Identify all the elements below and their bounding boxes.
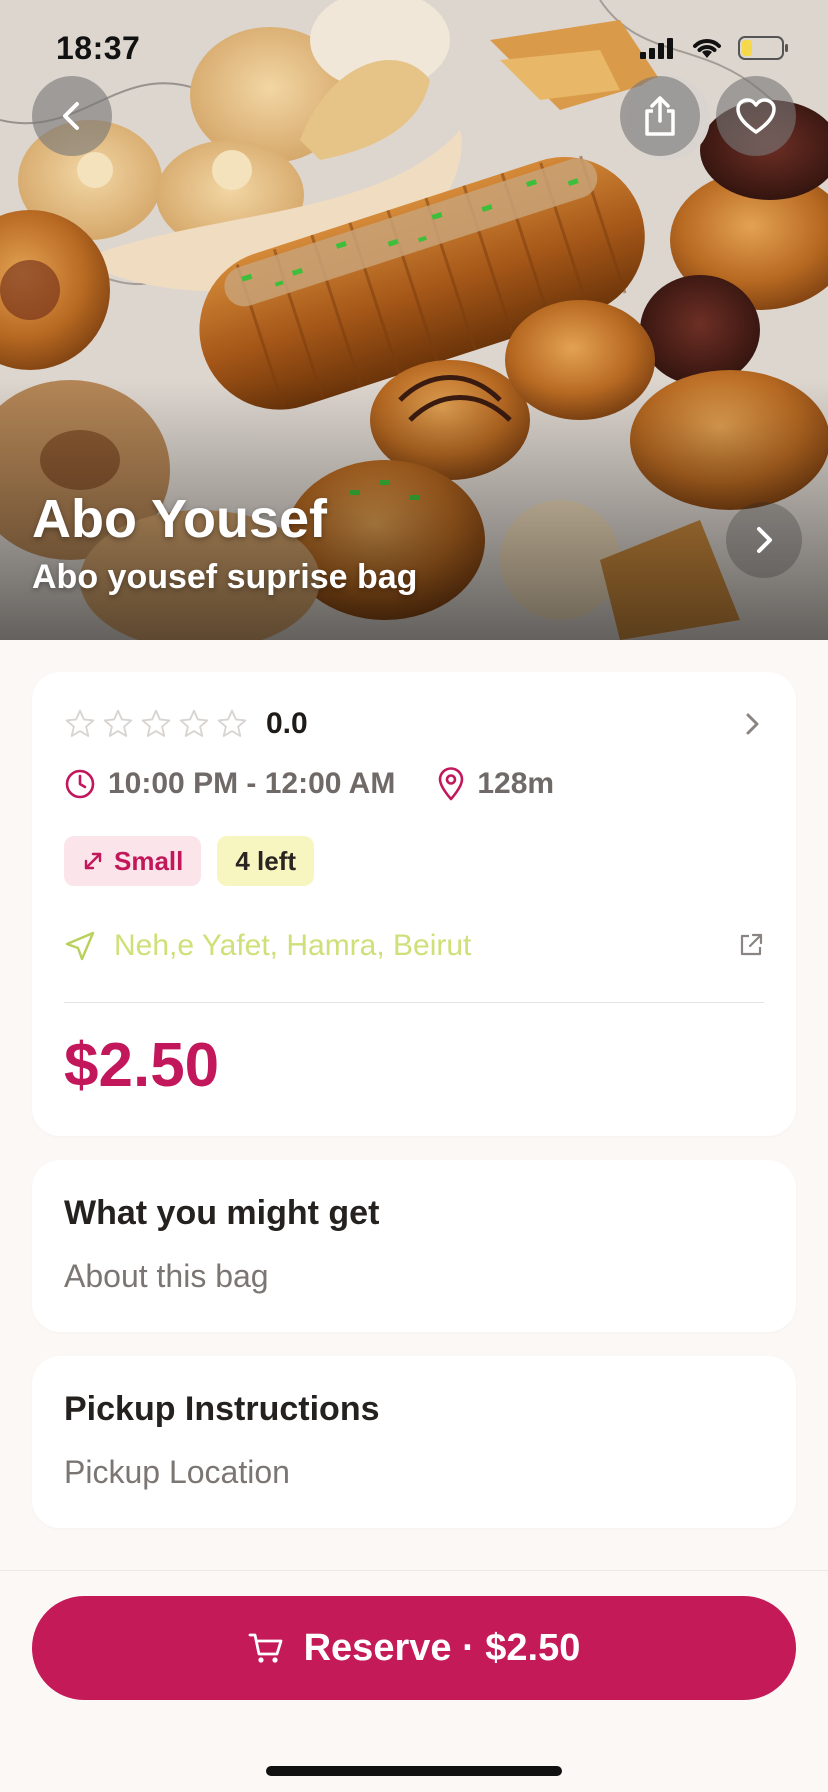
chevron-right-icon [746,713,759,735]
pickup-time: 10:00 PM - 12:00 AM [64,767,395,801]
bag-name: Abo yousef suprise bag [32,558,418,596]
distance-text: 128m [477,767,555,800]
map-pin-icon [439,767,464,801]
wifi-icon [693,39,721,58]
favorite-button[interactable] [716,76,796,156]
divider [64,1002,764,1003]
star-icon [141,709,171,737]
resize-arrow-icon [84,852,102,870]
tags-row: Small 4 left [64,836,315,886]
rating-row[interactable]: 0.0 [64,702,764,746]
star-icon [65,709,95,737]
distance: 128m [437,767,554,801]
share-icon [645,96,675,136]
heart-icon [736,98,776,134]
address-row[interactable]: Neh,e Yafet, Hamra, Beirut [64,924,764,968]
address-text: Neh,e Yafet, Hamra, Beirut [114,929,472,962]
status-time: 18:37 [56,30,141,66]
rating-value: 0.0 [266,707,308,740]
reserve-button[interactable]: Reserve · $2.50 [32,1596,796,1700]
status-bar: 18:37 [0,0,828,100]
bag-details-card: 0.0 10:00 PM - 12:00 AM 128m Small 4 lef… [32,672,796,1136]
section-subtitle: About this bag [64,1258,269,1294]
pickup-time-text: 10:00 PM - 12:00 AM [108,767,396,800]
chevron-right-icon [757,527,772,553]
navigation-arrow-icon [65,931,95,961]
clock-icon [65,769,95,799]
star-icon [217,709,247,737]
share-button[interactable] [620,76,700,156]
signal-icon [640,38,673,59]
external-link-icon [740,933,763,956]
store-name: Abo Yousef [32,489,328,549]
pickup-info-row: 10:00 PM - 12:00 AM 128m [64,762,554,806]
battery-icon [738,36,788,60]
reserve-button-label: Reserve · $2.50 [303,1626,581,1669]
star-icon [103,709,133,737]
size-tag: Small [64,836,202,886]
section-title: What you might get [64,1194,380,1232]
star-icon [179,709,209,737]
what-you-might-get-card[interactable]: What you might get About this bag [32,1160,796,1332]
cart-icon [248,1633,283,1663]
bottom-divider [0,1570,828,1571]
status-icons [638,36,790,60]
star-rating [64,708,248,740]
next-image-button[interactable] [726,502,802,578]
section-subtitle: Pickup Location [64,1454,290,1490]
pickup-instructions-card[interactable]: Pickup Instructions Pickup Location [32,1356,796,1528]
home-indicator [266,1766,562,1776]
price: $2.50 [64,1031,220,1100]
quantity-tag-label: 4 left [235,845,297,876]
quantity-tag: 4 left [217,836,315,886]
chevron-left-icon [63,102,79,130]
back-button[interactable] [32,76,112,156]
section-title: Pickup Instructions [64,1390,380,1428]
size-tag-label: Small [114,845,184,876]
